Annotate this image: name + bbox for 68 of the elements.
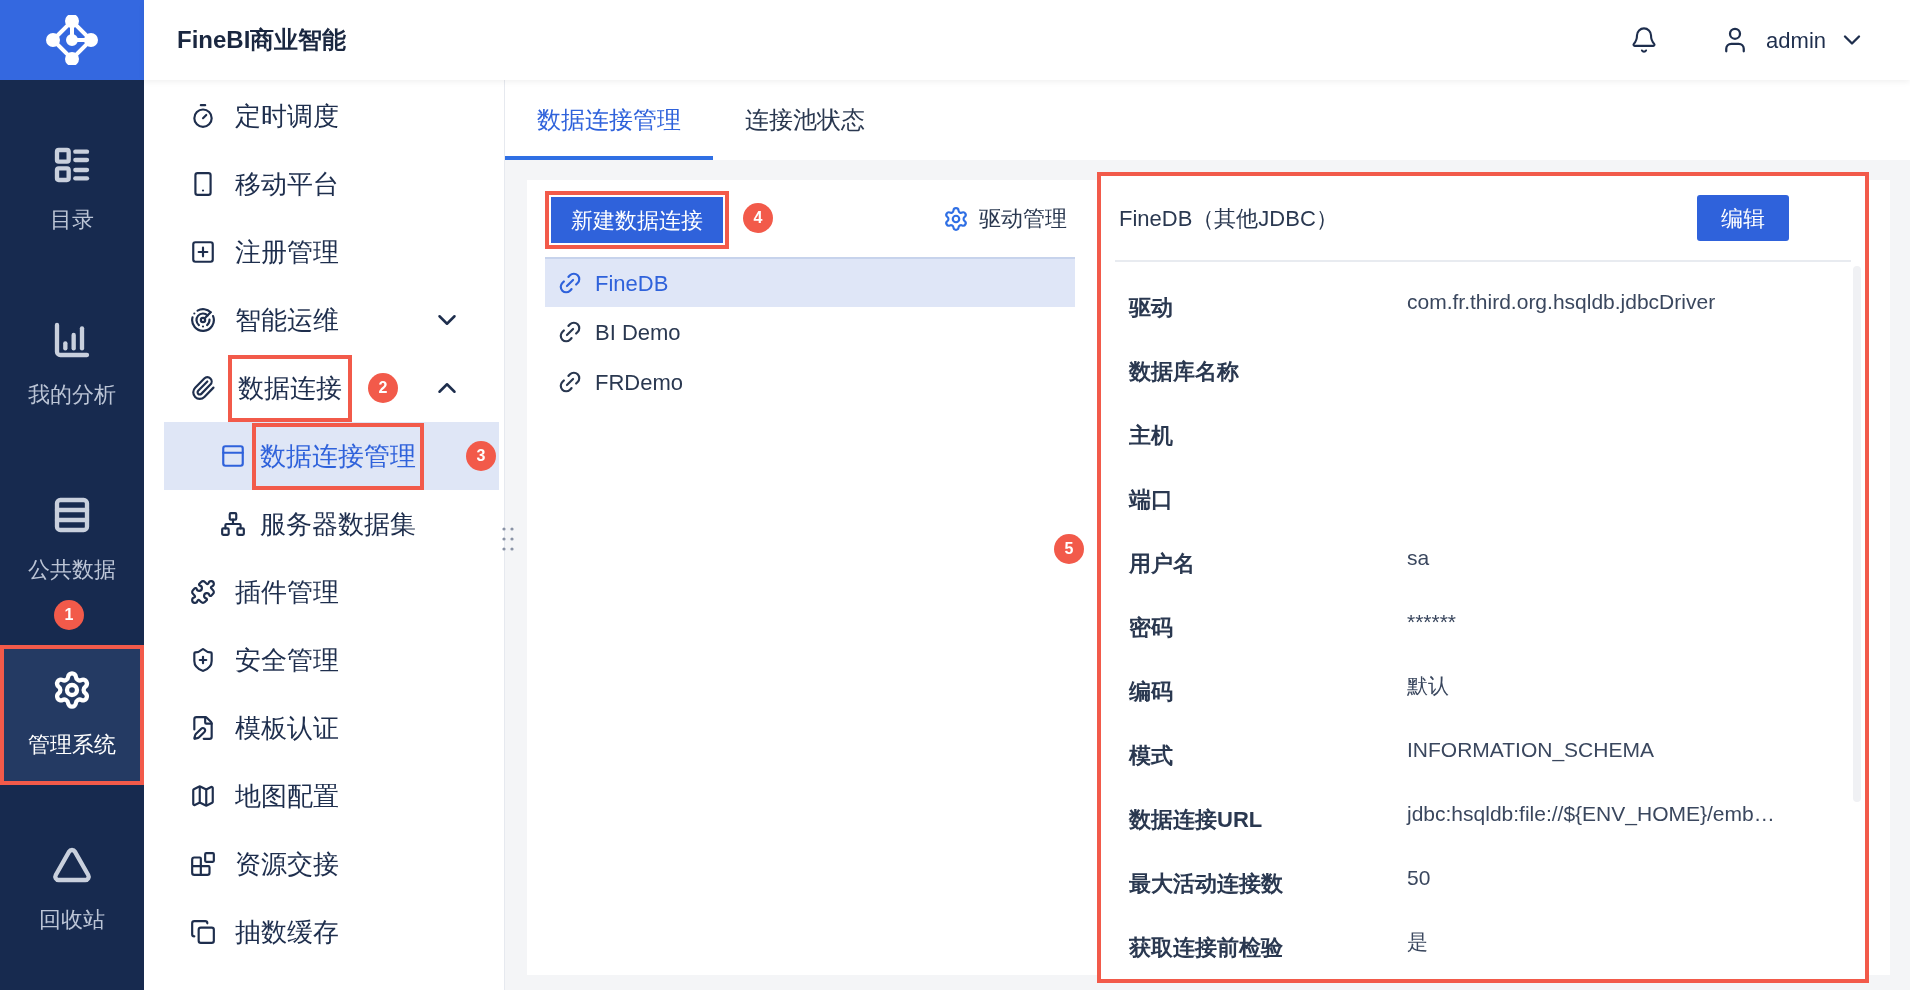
- paperclip-icon: [190, 375, 216, 401]
- step-number-badge: 2: [368, 373, 398, 403]
- menu-item[interactable]: 插件管理: [144, 558, 504, 626]
- network-icon: [220, 511, 246, 537]
- edit-button[interactable]: 编辑: [1697, 195, 1789, 241]
- menu-item[interactable]: 地图配置: [144, 762, 504, 830]
- field-label: 密码: [1129, 613, 1174, 642]
- field-label: 主机: [1129, 421, 1174, 450]
- field-value: jdbc:hsqldb:file://${ENV_HOME}/emb…: [1407, 801, 1775, 828]
- field-value: 是: [1407, 929, 1428, 956]
- submenu-item[interactable]: 数据连接管理 3: [164, 422, 499, 490]
- connection-item[interactable]: FineDB: [545, 257, 1075, 307]
- field-value: 默认: [1407, 673, 1449, 700]
- step-number-badge: 1: [54, 600, 84, 630]
- menu-item[interactable]: 移动平台: [144, 150, 504, 218]
- menu-item[interactable]: 数据连接 2: [144, 354, 504, 422]
- connection-item[interactable]: BI Demo: [545, 307, 1075, 357]
- menu-item[interactable]: 模板认证: [144, 694, 504, 762]
- notification-bell-icon[interactable]: [1630, 26, 1659, 54]
- menu-item[interactable]: 资源交接: [144, 830, 504, 898]
- field-label: 数据库名称: [1129, 357, 1240, 386]
- field-label: 获取连接前检验: [1129, 933, 1284, 962]
- field-label: 端口: [1129, 485, 1174, 514]
- logo-icon: [43, 15, 101, 65]
- menu-item[interactable]: 安全管理: [144, 626, 504, 694]
- menu-item[interactable]: 定时调度: [144, 82, 504, 150]
- blocks-icon: [190, 851, 216, 877]
- plus-square-icon: [190, 239, 216, 265]
- tab[interactable]: 数据连接管理: [505, 80, 713, 160]
- map-icon: [190, 783, 216, 809]
- field-label: 驱动: [1129, 293, 1174, 322]
- nav-item[interactable]: 我的分析: [0, 295, 144, 435]
- connection-title: FineDB（其他JDBC）: [1119, 204, 1338, 233]
- field-value: com.fr.third.org.hsqldb.jdbcDriver: [1407, 289, 1716, 316]
- field-label: 模式: [1129, 741, 1174, 770]
- radar-icon: [190, 307, 216, 333]
- field-label: 最大活动连接数: [1129, 869, 1284, 898]
- menu-item[interactable]: 智能运维: [144, 286, 504, 354]
- drag-handle-icon[interactable]: [502, 526, 514, 552]
- new-connection-button[interactable]: 新建数据连接: [551, 197, 723, 243]
- field-value: INFORMATION_SCHEMA: [1407, 737, 1654, 764]
- timer-icon: [190, 103, 216, 129]
- copy-icon: [190, 919, 216, 945]
- menu-item[interactable]: 注册管理: [144, 218, 504, 286]
- step-number-badge: 4: [743, 203, 773, 233]
- submenu-item[interactable]: 服务器数据集: [164, 490, 499, 558]
- file-pen-icon: [190, 715, 216, 741]
- field-value: ******: [1407, 609, 1457, 636]
- shield-icon: [190, 647, 216, 673]
- nav-item[interactable]: 目录: [0, 120, 144, 260]
- field-value: sa: [1407, 545, 1430, 572]
- tab[interactable]: 连接池状态: [713, 80, 897, 160]
- connection-item[interactable]: FRDemo: [545, 357, 1075, 407]
- field-label: 用户名: [1129, 549, 1196, 578]
- menu-item[interactable]: 抽数缓存: [144, 898, 504, 966]
- field-label: 数据连接URL: [1129, 805, 1264, 834]
- app-title: FineBI商业智能: [177, 25, 347, 55]
- puzzle-icon: [190, 579, 216, 605]
- panel-icon: [220, 443, 246, 469]
- settings-icon: [52, 669, 92, 710]
- user-name[interactable]: admin: [1766, 23, 1826, 57]
- driver-management-link[interactable]: 驱动管理: [979, 202, 1067, 235]
- nav-item[interactable]: 回收站: [0, 820, 144, 960]
- field-label: 编码: [1129, 677, 1174, 706]
- step-number-badge: 3: [466, 441, 496, 471]
- step-number-badge: 5: [1054, 534, 1084, 564]
- field-value: 50: [1407, 865, 1431, 892]
- settings-icon: [943, 205, 969, 232]
